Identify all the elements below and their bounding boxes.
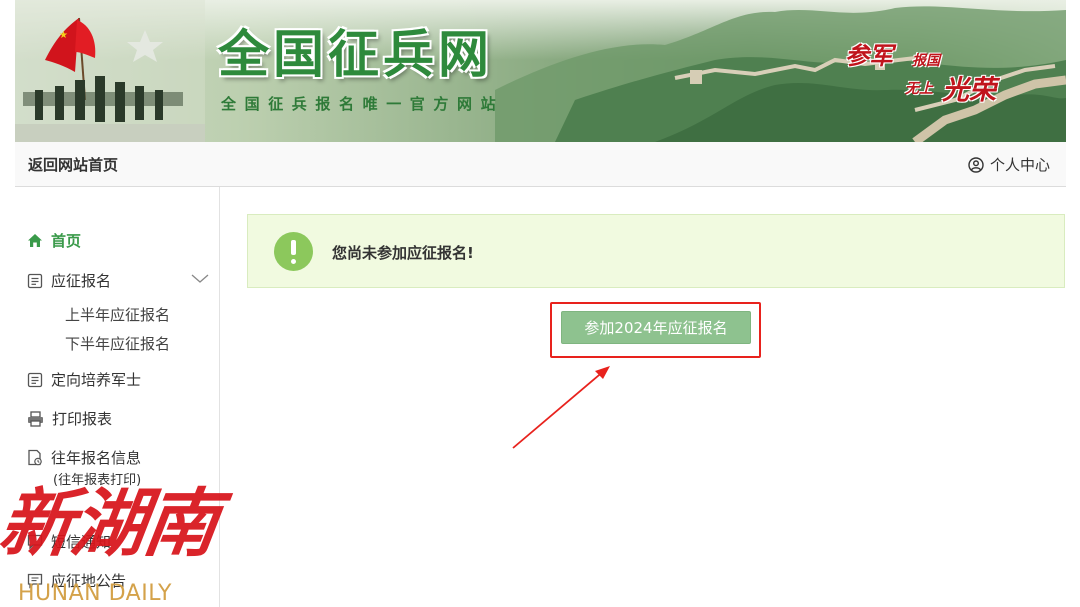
sidebar-subitem-second-half[interactable]: 下半年应征报名 <box>65 333 170 354</box>
exclamation-icon <box>274 232 313 271</box>
slogan-part-1: 参军 <box>845 41 893 70</box>
sidebar-item-past-registration[interactable]: 往年报名信息 <box>27 447 141 468</box>
site-logo-title: 全国征兵网 <box>218 26 494 85</box>
sidebar-item-print-report[interactable]: 打印报表 <box>27 408 112 429</box>
sidebar-item-enlist[interactable]: 应征报名 <box>27 270 111 291</box>
site-tagline: 全国征兵报名唯一官方网站 <box>221 95 505 113</box>
alert-message: 您尚未参加应征报名! <box>332 244 474 262</box>
sidebar-item-directed-training[interactable]: 定向培养军士 <box>27 369 141 390</box>
sidebar-item-label: 打印报表 <box>52 410 113 428</box>
svg-text:★: ★ <box>59 30 68 41</box>
sidebar-item-home[interactable]: 首页 <box>27 230 81 251</box>
user-circle-icon <box>968 156 984 173</box>
sidebar-item-label: 应征报名 <box>51 272 112 290</box>
sidebar-subitem-first-half[interactable]: 上半年应征报名 <box>65 304 170 325</box>
return-home-link[interactable]: 返回网站首页 <box>28 154 118 175</box>
history-doc-icon <box>28 449 42 466</box>
join-enlistment-button[interactable]: 参加2024年应征报名 <box>561 311 751 344</box>
chevron-down-icon[interactable] <box>191 274 209 284</box>
slogan-part-3: 无上 <box>905 81 933 97</box>
top-nav-bar: 返回网站首页 个人中心 <box>15 142 1066 187</box>
user-center-link[interactable]: 个人中心 <box>968 154 1050 175</box>
slogan-part-4: 光荣 <box>942 75 996 106</box>
sidebar-item-label: 首页 <box>51 232 82 250</box>
user-center-label: 个人中心 <box>989 156 1050 174</box>
site-banner: ★ 全国征兵网 全国征兵报名唯一官方网站 参军 报国 无上 光荣 <box>15 0 1066 142</box>
watermark-logo-chinese: 新湖南 <box>0 481 223 567</box>
printer-icon <box>28 410 43 427</box>
sidebar-item-label: 定向培养军士 <box>51 371 142 389</box>
form-icon <box>27 273 43 288</box>
not-registered-alert: 您尚未参加应征报名! <box>247 214 1065 288</box>
form-icon <box>27 372 43 387</box>
callout-arrow-icon <box>512 366 610 449</box>
watermark-logo-english: HUNAN DAILY <box>18 581 172 606</box>
home-icon <box>28 234 42 247</box>
slogan-part-2: 报国 <box>912 53 940 69</box>
sidebar-item-label: 往年报名信息 <box>51 449 142 467</box>
honor-guard-image: ★ <box>15 0 205 142</box>
slogan-badge: 参军 报国 无上 光荣 <box>830 30 1005 110</box>
